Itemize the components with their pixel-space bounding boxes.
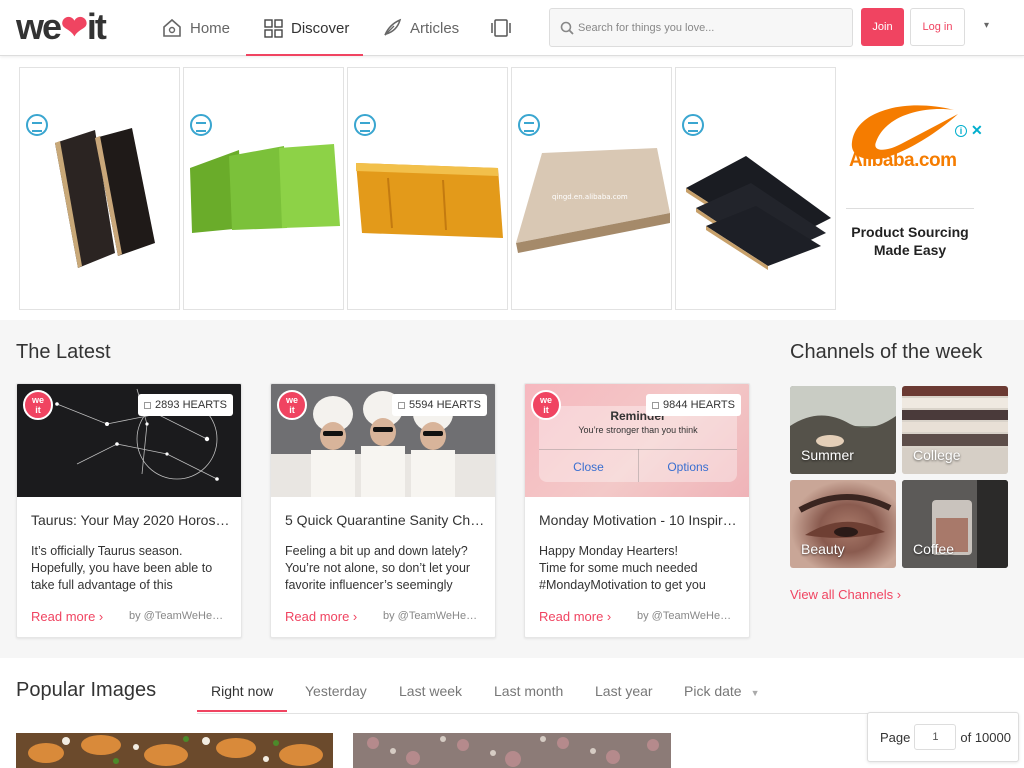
ad-product-tile[interactable] (347, 67, 508, 310)
channel-label: Coffee (913, 541, 954, 557)
heart-outline-icon (652, 401, 660, 409)
top-header: we ❤ it Home Discover Articles Join Log … (0, 0, 1024, 56)
popular-image[interactable] (16, 733, 333, 768)
channels-title: Channels of the week (790, 341, 983, 363)
article-excerpt: Feeling a bit up and down lately? You’re… (285, 544, 471, 592)
article-excerpt: Happy Monday Hearters! Time for some muc… (539, 544, 706, 592)
grid-icon (264, 18, 283, 38)
reminder-dialog: Reminder You’re stronger than you think … (539, 406, 737, 482)
heart-outline-icon (398, 401, 406, 409)
search-box[interactable] (549, 8, 853, 47)
nav-articles[interactable]: Articles (382, 0, 459, 56)
read-more-link[interactable]: Read more › (539, 609, 611, 624)
nav-more[interactable] (490, 0, 520, 56)
chevron-down-icon[interactable]: ▾ (984, 20, 989, 31)
watermark-text: qingd.en.alibaba.com (552, 193, 628, 201)
article-card[interactable]: Reminder You’re stronger than you think … (524, 383, 750, 638)
article-excerpt: It’s officially Taurus season. Hopefully… (31, 544, 213, 592)
logo-text-left: we (16, 6, 62, 47)
channel-college[interactable]: College (902, 386, 1008, 474)
channel-coffee[interactable]: Coffee (902, 480, 1008, 568)
tab-yesterday[interactable]: Yesterday (305, 683, 367, 699)
latest-title: The Latest (16, 341, 111, 363)
popular-image[interactable] (353, 733, 671, 768)
article-author[interactable]: by @TeamWeHeartIt (129, 610, 227, 622)
channel-beauty[interactable]: Beauty (790, 480, 896, 568)
chevron-down-icon: ▼ (750, 688, 760, 698)
tab-right-now[interactable]: Right now (196, 683, 288, 712)
nav-discover-label: Discover (291, 19, 350, 37)
channel-label: College (913, 447, 961, 463)
reminder-close: Close (573, 460, 604, 474)
view-all-channels-link[interactable]: View all Channels › (790, 587, 901, 602)
join-button[interactable]: Join (861, 8, 904, 46)
weheartit-logo[interactable]: we ❤ it (16, 6, 107, 47)
read-more-link[interactable]: Read more › (31, 609, 103, 624)
tab-pick-date[interactable]: Pick date ▼ (684, 683, 760, 699)
ad-product-tile[interactable] (675, 67, 836, 310)
pagination: Page of 10000 (867, 712, 1019, 762)
article-author[interactable]: by @TeamWeHeartIt (637, 610, 735, 622)
brand-logo-icon (190, 114, 212, 136)
hearts-count: 5594 HEARTS (392, 394, 487, 416)
plywood-image (356, 163, 503, 238)
alibaba-wordmark: Alibaba.com (849, 150, 957, 171)
nav-discover[interactable]: Discover (245, 0, 364, 56)
pick-date-label: Pick date (684, 683, 742, 699)
nav-home-label: Home (190, 19, 231, 37)
article-card[interactable]: we it 2893 HEARTS Taurus: Your May 2020 … (16, 383, 242, 638)
plywood-image (55, 128, 155, 268)
tab-last-week[interactable]: Last week (399, 683, 462, 699)
page-number-input[interactable] (914, 724, 957, 750)
hearts-count-text: 2893 HEARTS (155, 399, 227, 411)
tab-last-year[interactable]: Last year (595, 683, 653, 699)
article-author[interactable]: by @TeamWeHeartIt (383, 610, 481, 622)
nav-articles-label: Articles (410, 19, 460, 37)
brand-logo-icon (354, 114, 376, 136)
ad-product-tile[interactable]: qingd.en.alibaba.com (511, 67, 672, 310)
tab-last-month[interactable]: Last month (494, 683, 563, 699)
weheartit-badge: we it (23, 390, 53, 420)
reminder-options: Options (667, 460, 709, 474)
logo-text-right: it (86, 6, 107, 47)
plywood-image: qingd.en.alibaba.com (516, 148, 670, 253)
pager-total: of 10000 (960, 729, 1011, 745)
nav-home[interactable]: Home (162, 0, 230, 56)
article-title[interactable]: Monday Motivation - 10 Inspiring Quotes (539, 512, 739, 528)
plywood-image (686, 156, 831, 270)
brand-logo-icon (682, 114, 704, 136)
cards-icon (491, 19, 511, 37)
alibaba-ad[interactable]: Alibaba.com Product Sourcing Made Easy (846, 65, 974, 297)
heart-outline-icon (144, 401, 152, 409)
hearts-count: 2893 HEARTS (138, 394, 233, 416)
search-input[interactable] (578, 21, 838, 34)
article-title[interactable]: 5 Quick Quarantine Sanity Checks (285, 512, 485, 528)
hearts-count-text: 9844 HEARTS (663, 399, 735, 411)
article-title[interactable]: Taurus: Your May 2020 Horoscope (31, 512, 231, 528)
ad-divider (846, 208, 974, 209)
channel-summer[interactable]: Summer (790, 386, 896, 474)
brand-logo-icon (518, 114, 540, 136)
hearts-count-text: 5594 HEARTS (409, 399, 481, 411)
brand-logo-icon (26, 114, 48, 136)
channel-label: Beauty (801, 541, 845, 557)
feather-icon (384, 18, 402, 36)
hearts-count: 9844 HEARTS (646, 394, 741, 416)
popular-title: Popular Images (16, 679, 157, 701)
read-more-link[interactable]: Read more › (285, 609, 357, 624)
heart-icon: ❤ (61, 9, 88, 45)
channel-label: Summer (801, 447, 854, 463)
reminder-body: You’re stronger than you think (578, 425, 698, 435)
article-card[interactable]: we it 5594 HEARTS 5 Quick Quarantine San… (270, 383, 496, 638)
pager-label: Page (880, 729, 911, 745)
ad-product-tile[interactable] (19, 67, 180, 310)
ad-tagline: Product Sourcing Made Easy (851, 224, 969, 258)
search-icon (560, 21, 574, 35)
ad-product-tile[interactable] (183, 67, 344, 310)
weheartit-badge: we it (277, 390, 307, 420)
plywood-image (190, 144, 340, 233)
weheartit-badge: we it (531, 390, 561, 420)
home-icon (163, 18, 181, 37)
login-button[interactable]: Log in (910, 8, 965, 46)
